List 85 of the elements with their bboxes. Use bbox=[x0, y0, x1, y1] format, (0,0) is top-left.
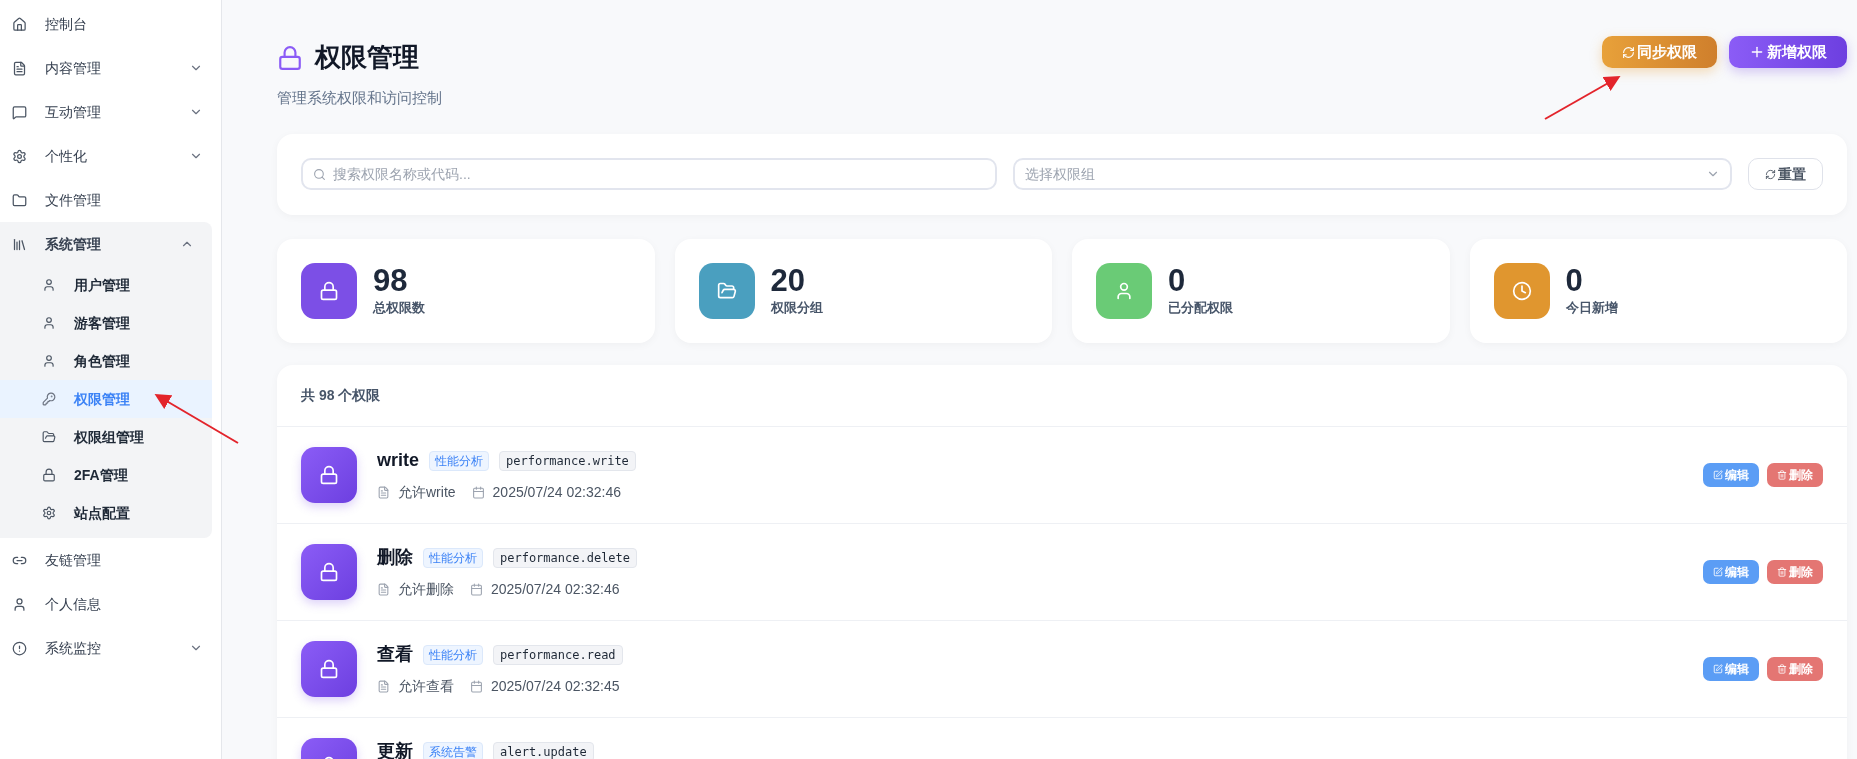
user-icon bbox=[42, 316, 56, 330]
document-icon bbox=[377, 679, 390, 693]
document-icon bbox=[377, 485, 390, 499]
sidebar-item[interactable]: 互动管理 bbox=[0, 90, 221, 134]
group-tag: 性能分析 bbox=[423, 644, 483, 665]
key-icon bbox=[42, 392, 56, 406]
lock-icon bbox=[42, 468, 56, 482]
search-icon bbox=[313, 168, 326, 181]
permission-code: performance.read bbox=[493, 644, 623, 665]
stat-label: 今日新增 bbox=[1565, 298, 1618, 317]
permission-code: alert.update bbox=[493, 741, 594, 759]
group-tag: 系统告警 bbox=[423, 741, 483, 759]
submenu-item[interactable]: 2FA管理 bbox=[0, 456, 212, 494]
lock-icon bbox=[319, 561, 339, 582]
sidebar-item[interactable]: 个人信息 bbox=[0, 582, 221, 626]
stat-value: 20 bbox=[770, 263, 806, 298]
permission-name: 删除 bbox=[377, 546, 413, 569]
gear-icon bbox=[12, 148, 27, 164]
refresh-icon bbox=[1622, 45, 1635, 59]
created-time: 2025/07/24 02:32:45 bbox=[491, 676, 620, 696]
books-icon bbox=[12, 236, 27, 252]
chat-icon bbox=[12, 104, 27, 120]
calendar-icon bbox=[471, 485, 485, 499]
calendar-icon bbox=[470, 679, 483, 693]
submenu-item[interactable]: 角色管理 bbox=[0, 342, 212, 380]
user-icon bbox=[42, 354, 56, 368]
sidebar-item[interactable]: 友链管理 bbox=[0, 538, 221, 582]
edit-icon bbox=[1713, 566, 1723, 577]
sidebar-item[interactable]: 控制台 bbox=[0, 2, 221, 46]
trash-icon bbox=[1777, 663, 1787, 674]
group-tag: 性能分析 bbox=[429, 450, 489, 471]
submenu-item[interactable]: 用户管理 bbox=[0, 266, 212, 304]
group-tag: 性能分析 bbox=[423, 547, 483, 568]
folder-icon bbox=[42, 430, 56, 444]
home-icon bbox=[12, 16, 27, 32]
plus-icon bbox=[1749, 44, 1765, 60]
stat-label: 已分配权限 bbox=[1168, 298, 1233, 317]
document-icon bbox=[377, 582, 390, 596]
user-icon bbox=[42, 278, 56, 292]
page-title: 权限管理 bbox=[315, 41, 419, 74]
document-icon bbox=[12, 60, 27, 76]
submenu-item[interactable]: 游客管理 bbox=[0, 304, 212, 342]
calendar-icon bbox=[470, 582, 483, 596]
sidebar-item[interactable]: 文件管理 bbox=[0, 178, 221, 222]
search-field[interactable]: 搜索权限名称或代码... bbox=[301, 158, 997, 190]
permission-name: write bbox=[377, 449, 419, 472]
refresh-icon bbox=[1765, 168, 1776, 180]
count-label: 共 98 个权限 bbox=[301, 385, 381, 405]
trash-icon bbox=[1777, 469, 1787, 480]
folder-icon bbox=[12, 192, 27, 208]
permission-code: performance.delete bbox=[493, 547, 638, 568]
edit-icon bbox=[1713, 663, 1723, 674]
edit-icon bbox=[1713, 469, 1723, 480]
sidebar-item[interactable]: 系统管理 bbox=[0, 222, 212, 266]
sidebar-item[interactable]: 内容管理 bbox=[0, 46, 221, 90]
created-time: 2025/07/24 02:32:46 bbox=[492, 482, 622, 502]
sidebar-item[interactable]: 系统监控 bbox=[0, 626, 221, 670]
clock-icon bbox=[1511, 280, 1532, 301]
stat-label: 总权限数 bbox=[373, 298, 425, 317]
permission-description: 允许write bbox=[398, 482, 456, 502]
gear-icon bbox=[42, 506, 56, 520]
page-subtitle: 管理系统权限和访问控制 bbox=[277, 88, 442, 108]
stat-value: 0 bbox=[1565, 263, 1584, 298]
lock-icon bbox=[277, 43, 303, 72]
permission-name: 查看 bbox=[377, 643, 413, 666]
trash-icon bbox=[1777, 566, 1787, 577]
alert-icon bbox=[12, 640, 27, 656]
permission-description: 允许删除 bbox=[398, 579, 454, 599]
created-time: 2025/07/24 02:32:46 bbox=[491, 579, 620, 599]
user-icon bbox=[12, 596, 27, 612]
add-button[interactable]: 新增权限 bbox=[1729, 36, 1847, 68]
submenu-item[interactable]: 站点配置 bbox=[0, 494, 212, 532]
stat-value: 0 bbox=[1168, 263, 1187, 298]
user-icon bbox=[1114, 280, 1134, 301]
submenu-item[interactable]: 权限组管理 bbox=[0, 418, 212, 456]
sidebar-item[interactable]: 个性化 bbox=[0, 134, 221, 178]
lock-icon bbox=[319, 280, 339, 301]
folder-icon bbox=[716, 280, 737, 301]
permission-code: performance.write bbox=[499, 450, 636, 471]
stat-value: 98 bbox=[373, 263, 409, 298]
lock-icon bbox=[319, 464, 339, 485]
stat-label: 权限分组 bbox=[770, 298, 823, 317]
permission-description: 允许查看 bbox=[398, 676, 454, 696]
reset-button[interactable]: 重置 bbox=[1748, 158, 1823, 190]
lock-icon bbox=[319, 658, 339, 679]
